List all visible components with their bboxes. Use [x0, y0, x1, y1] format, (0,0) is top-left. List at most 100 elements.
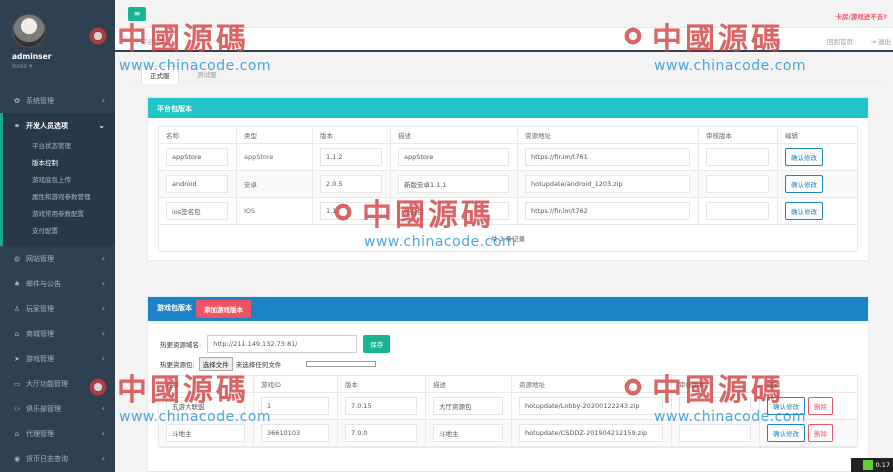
header-cell: 版本 [313, 127, 391, 143]
panel-title: 游戏包版本 [157, 304, 192, 312]
version-input[interactable]: 2.0.5 [320, 175, 382, 193]
cart-icon: ⌂ [14, 329, 20, 338]
tab-scroll-left-icon[interactable]: « [123, 36, 127, 44]
sidebar-item-club[interactable]: ⚇ 俱乐部管理 ‹ [0, 396, 115, 421]
sidebar-item-label: 游戏管理 [26, 354, 54, 363]
tabs-bar: « 平台控制 回到首页 ⇥ 退出 [115, 28, 893, 52]
review-input[interactable] [679, 424, 751, 442]
confirm-edit-button[interactable]: 确认修改 [785, 202, 823, 220]
header-cell: 审核版本 [699, 127, 778, 143]
record-count: 共 3 条记录 [490, 235, 526, 243]
name-input[interactable]: ios签名包 [166, 202, 228, 220]
sidebar-item-players[interactable]: ♙ 玩家管理 ‹ [0, 296, 115, 321]
url-input[interactable]: hotupdate/CSDDZ-201904212159.zip [519, 424, 663, 442]
name-input[interactable]: android [166, 175, 228, 193]
submenu-item-common-params[interactable]: 游戏常用参数配置 [3, 206, 115, 223]
desc-input[interactable]: 签名包 [398, 202, 509, 220]
name-input[interactable]: 五游大联盟 [166, 397, 245, 415]
url-input[interactable]: hotupdate/Lobby-20200122243.zip [519, 397, 663, 415]
bank-icon: ⌂ [14, 429, 20, 438]
desktop-icon: ▭ [13, 379, 21, 388]
chevron-left-icon: ‹ [101, 379, 105, 388]
name-input[interactable]: appStore [166, 148, 228, 166]
tab-production[interactable]: 正式服 [141, 66, 179, 84]
game-id-input[interactable]: 36610103 [261, 424, 329, 442]
desc-input[interactable]: 大厅资源包 [433, 397, 503, 415]
sidebar-item-shop[interactable]: ⌂ 商城管理 ‹ [0, 321, 115, 346]
url-input[interactable]: hotupdate/android_1203.zip [525, 175, 690, 193]
choose-file-button[interactable]: 选择文件 [198, 357, 233, 371]
sidebar-item-label: 邮件与公告 [26, 279, 61, 288]
gear-icon: ✿ [14, 96, 20, 105]
user-icon: ♙ [13, 304, 21, 313]
sidebar-item-agent[interactable]: ⌂ 代理管理 ‹ [0, 421, 115, 446]
sidebar-group-developer: ⚭ 开发人员选项 ⌄ 平台状态管理 版本控制 游戏底包上传 属性和游戏参数管理 … [0, 113, 115, 246]
sidebar-item-label: 货币日志查询 [26, 454, 68, 463]
header-cell: 游戏ID [254, 376, 338, 392]
submenu-item-upload[interactable]: 游戏底包上传 [3, 172, 115, 189]
confirm-edit-button[interactable]: 确认修改 [785, 175, 823, 193]
tab-platform-control[interactable]: 平台控制 [135, 34, 173, 48]
sidebar-item-lobby[interactable]: ▭ 大厅功能管理 ‹ [0, 371, 115, 396]
sidebar-item-system[interactable]: ✿ 系统管理 ‹ [0, 88, 115, 113]
version-input[interactable]: 7.0.0 [345, 424, 417, 442]
file-status: 未选择任何文件 [235, 361, 282, 369]
desc-input[interactable]: 新版安卓1.1.1 [398, 175, 509, 193]
sidebar-item-website[interactable]: ◍ 网站管理 ‹ [0, 246, 115, 271]
desc-input[interactable]: 斗地主 [433, 424, 503, 442]
host-input[interactable]: http://211.149.132.73:81/ [207, 335, 358, 353]
submenu-item-platform-status[interactable]: 平台状态管理 [3, 138, 115, 155]
confirm-edit-button[interactable]: 确认修改 [767, 424, 805, 442]
version-input[interactable]: 7.0.15 [345, 397, 417, 415]
chevron-left-icon: ‹ [101, 304, 105, 313]
panel-header: 游戏包版本 添加游戏版本 [148, 297, 868, 321]
review-input[interactable] [679, 397, 751, 415]
main-content: 正式服 测试服 平台包版本 名称 类型 版本 描述 资源地址 审核版本 编辑 a… [135, 60, 881, 472]
sidebar-item-label: 大厅功能管理 [26, 379, 68, 388]
chevron-left-icon: ‹ [101, 404, 105, 413]
leaf-icon [862, 460, 873, 470]
profile: adminser boss ▾ [0, 0, 115, 88]
submenu-item-version-control[interactable]: 版本控制 [3, 155, 115, 172]
sidebar-item-currency-log[interactable]: ◉ 货币日志查询 ‹ [0, 446, 115, 471]
top-bar: ≡ 卡房/游戏进不去? [115, 0, 893, 28]
add-game-version-button[interactable]: 添加游戏版本 [196, 300, 251, 318]
tab-test[interactable]: 测试服 [189, 66, 225, 82]
review-input[interactable] [706, 202, 769, 220]
save-button[interactable]: 保存 [363, 335, 391, 353]
group-icon: ⚇ [13, 404, 21, 413]
table-row: android 安卓 2.0.5 新版安卓1.1.1 hotupdate/and… [159, 171, 857, 198]
delete-button[interactable]: 删除 [808, 424, 833, 442]
header-cell: 类型 [237, 127, 313, 143]
sidebar-nav: ✿ 系统管理 ‹ ⚭ 开发人员选项 ⌄ 平台状态管理 版本控制 游戏底包上传 属… [0, 88, 115, 471]
submenu-item-attributes[interactable]: 属性和游戏参数管理 [3, 189, 115, 206]
back-home-link[interactable]: 回到首页 [827, 36, 853, 46]
submenu-item-payment[interactable]: 支付配置 [3, 223, 115, 240]
review-input[interactable] [706, 175, 769, 193]
chevron-left-icon: ‹ [101, 96, 105, 105]
avatar[interactable] [12, 14, 46, 48]
version-input[interactable]: 1.1.2 [320, 202, 382, 220]
sidebar-item-mail[interactable]: ♠ 邮件与公告 ‹ [0, 271, 115, 296]
name-input[interactable]: 斗地主 [166, 424, 245, 442]
logout-icon: ⇥ [870, 38, 878, 46]
url-input[interactable]: https://fir.im/t761 [525, 148, 690, 166]
desc-input[interactable]: appStore [398, 148, 509, 166]
sidebar-item-developer[interactable]: ⚭ 开发人员选项 ⌄ [3, 113, 115, 138]
sidebar-item-games[interactable]: ➤ 游戏管理 ‹ [0, 346, 115, 371]
game-id-input[interactable]: 1 [261, 397, 329, 415]
platform-table: 名称 类型 版本 描述 资源地址 审核版本 编辑 appStore appSto… [158, 126, 858, 252]
game-version-panel: 游戏包版本 添加游戏版本 热更资源域名: http://211.149.132.… [147, 296, 869, 472]
confirm-edit-button[interactable]: 确认修改 [767, 397, 805, 415]
review-input[interactable] [706, 148, 769, 166]
help-link[interactable]: 卡房/游戏进不去? [835, 11, 887, 21]
sidebar-item-label: 玩家管理 [26, 304, 54, 313]
menu-toggle-button[interactable]: ≡ [128, 7, 146, 21]
confirm-edit-button[interactable]: 确认修改 [785, 148, 823, 166]
status-text: 0.17 [875, 461, 890, 469]
version-input[interactable]: 1.1.2 [320, 148, 382, 166]
delete-button[interactable]: 删除 [808, 397, 833, 415]
url-input[interactable]: https://fir.im/t762 [525, 202, 690, 220]
logout-link[interactable]: ⇥ 退出 [870, 36, 891, 46]
user-role-dropdown[interactable]: boss ▾ [12, 62, 115, 70]
